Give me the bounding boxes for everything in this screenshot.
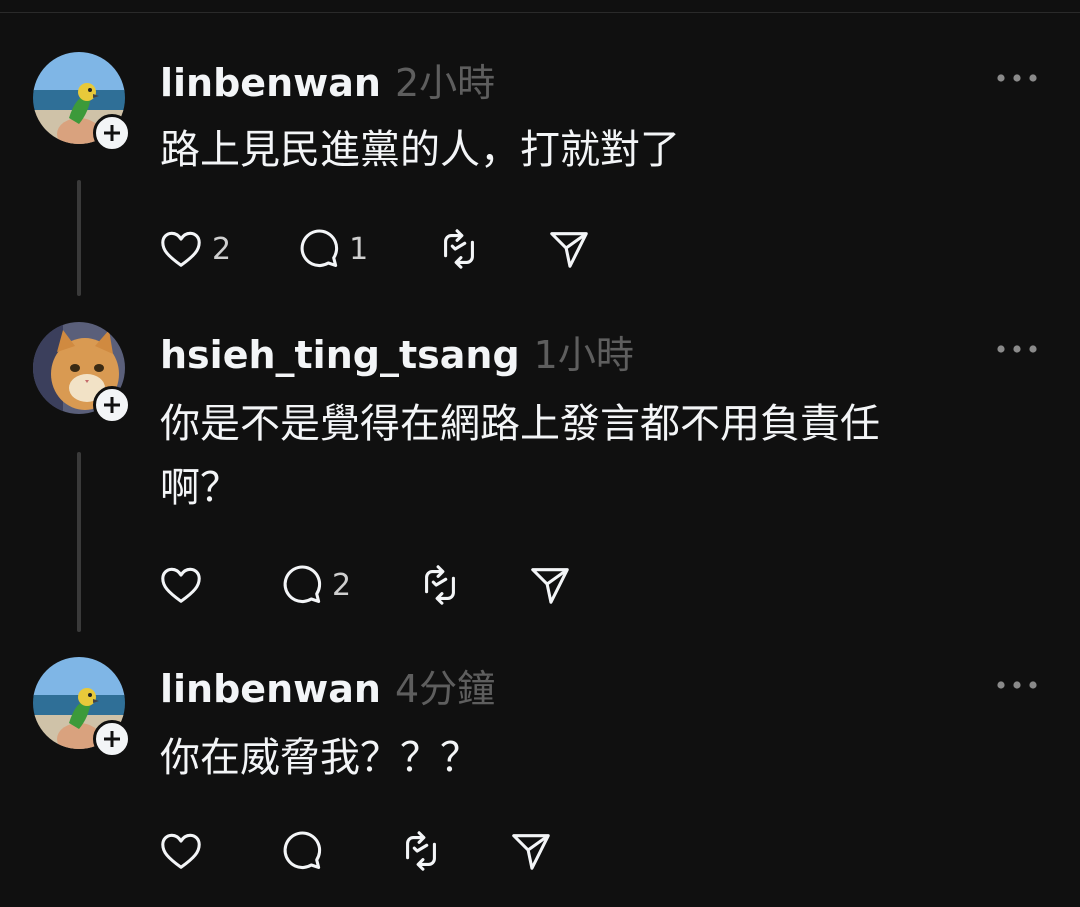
repost-button[interactable] [436,224,482,274]
post-header: linbenwan 4分鐘 [160,658,495,711]
username[interactable]: hsieh_ting_tsang [160,333,520,377]
thread-line [77,180,81,296]
comment-icon [283,565,322,604]
post-text: 你在威脅我？？？ [160,735,480,781]
repost-icon [444,229,475,269]
share-button[interactable] [508,826,554,876]
repost-button[interactable] [398,826,444,876]
plus-icon [104,731,120,747]
plus-icon [104,397,120,413]
send-icon [531,568,569,604]
post-text: 路上見民進黨的人，打就對了 [160,127,680,173]
more-icon [997,345,1037,353]
more-options-button[interactable] [996,340,1038,353]
heart-icon [161,567,201,603]
action-bar [158,826,554,876]
more-icon [997,74,1037,82]
action-bar: 2 [158,560,573,610]
more-options-button[interactable] [996,69,1038,82]
heart-icon [161,833,201,869]
username[interactable]: linbenwan [160,61,381,105]
reply-button[interactable]: 1 [295,224,368,274]
heart-icon [161,231,201,267]
action-bar: 2 1 [158,224,592,274]
like-button[interactable] [158,560,212,610]
timestamp: 1小時 [533,333,634,377]
reply-button[interactable]: 2 [278,560,351,610]
send-icon [550,232,588,268]
like-count: 2 [212,231,232,267]
share-button[interactable] [546,224,592,274]
reply-count: 2 [332,567,352,603]
timestamp: 2小時 [394,61,496,105]
reply-count: 1 [349,231,369,267]
follow-button[interactable] [93,114,131,152]
top-divider [0,0,1080,13]
post-text: 你是不是覺得在網路上發言都不用負責任 啊？ [160,401,880,511]
share-button[interactable] [527,560,573,610]
timestamp: 4分鐘 [394,667,496,711]
more-options-button[interactable] [996,676,1038,689]
more-icon [997,681,1037,689]
reply-button[interactable] [278,826,332,876]
repost-icon [425,565,456,605]
plus-icon [104,125,120,141]
comment-icon [300,229,339,268]
username[interactable]: linbenwan [160,667,381,711]
thread-line [77,452,81,632]
repost-icon [406,831,436,871]
like-button[interactable] [158,826,212,876]
follow-button[interactable] [93,720,131,758]
repost-button[interactable] [417,560,463,610]
follow-button[interactable] [93,386,131,424]
comment-icon [283,831,322,870]
post-header: linbenwan 2小時 [160,52,495,105]
post-header: hsieh_ting_tsang 1小時 [160,324,634,377]
send-icon [512,834,550,870]
like-button[interactable]: 2 [158,224,231,274]
